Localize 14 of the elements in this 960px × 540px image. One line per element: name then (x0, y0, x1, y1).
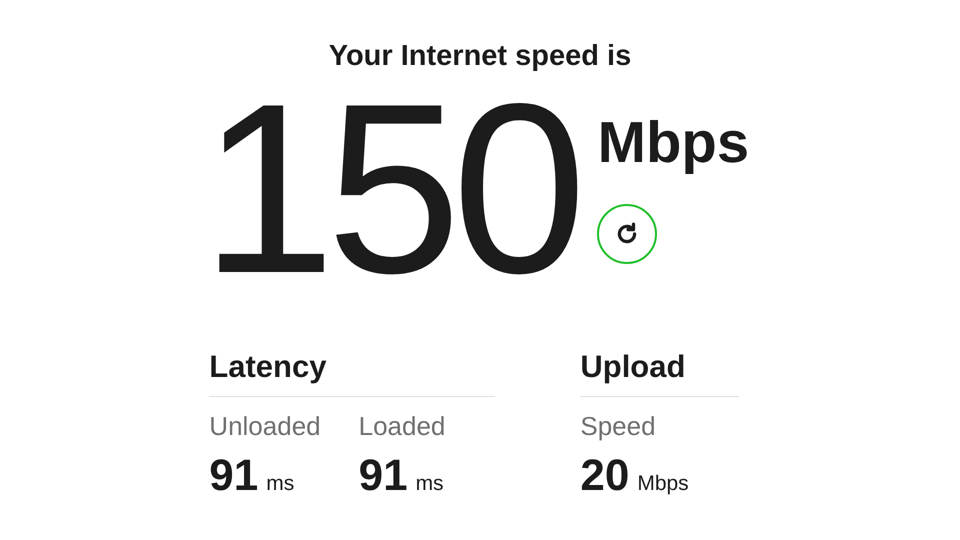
speed-value: 150 (200, 74, 578, 304)
metric-unit: ms (266, 472, 294, 496)
speed-unit: Mbps (598, 110, 750, 176)
metric-label: Loaded (358, 410, 446, 443)
metric-unit: Mbps (637, 472, 689, 496)
heading: Your Internet speed is (328, 39, 632, 74)
metric-value: 20 (580, 451, 630, 501)
metric-value: 91 (209, 451, 258, 501)
metric-unit: ms (416, 472, 444, 496)
section-heading: Latency (209, 348, 496, 397)
metric-value: 91 (358, 451, 408, 501)
metric-label: Speed (580, 410, 657, 443)
metric-label: Unloaded (209, 410, 321, 443)
section-heading: Upload (580, 348, 739, 397)
